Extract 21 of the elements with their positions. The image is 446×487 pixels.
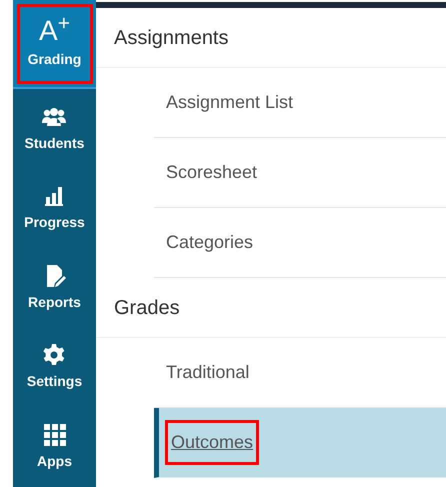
nav-item[interactable]: Assignment List	[154, 68, 446, 138]
settings-icon	[42, 343, 66, 368]
sidebar-label: Settings	[26, 372, 82, 392]
grid-icon	[42, 422, 66, 447]
sidebar-label: Reports	[28, 292, 81, 312]
sidebar-item[interactable]: Apps	[13, 408, 96, 487]
nav-item[interactable]: Categories	[154, 208, 446, 278]
sidebar-item[interactable]: Reports	[13, 248, 96, 328]
sidebar-label: Progress	[24, 213, 85, 232]
sidebar-label: Apps	[37, 452, 72, 471]
section-title: Assignments	[96, 8, 446, 68]
nav-item[interactable]: Scoresheet	[154, 138, 446, 208]
sidebar-item[interactable]: Progress	[13, 168, 96, 248]
sidebar-item[interactable]: Students	[13, 89, 96, 169]
nav-item[interactable]: Outcomes	[154, 408, 446, 478]
sidebar-label: Students	[24, 134, 84, 153]
section-title: Grades	[96, 278, 446, 338]
sidebar-item[interactable]: A$^{+}$ Grading	[13, 0, 96, 90]
sidebar-item[interactable]: Settings	[13, 328, 96, 408]
sidebar-label: Grading	[28, 50, 82, 70]
grade-glyph: A$^{+}$	[39, 17, 70, 46]
